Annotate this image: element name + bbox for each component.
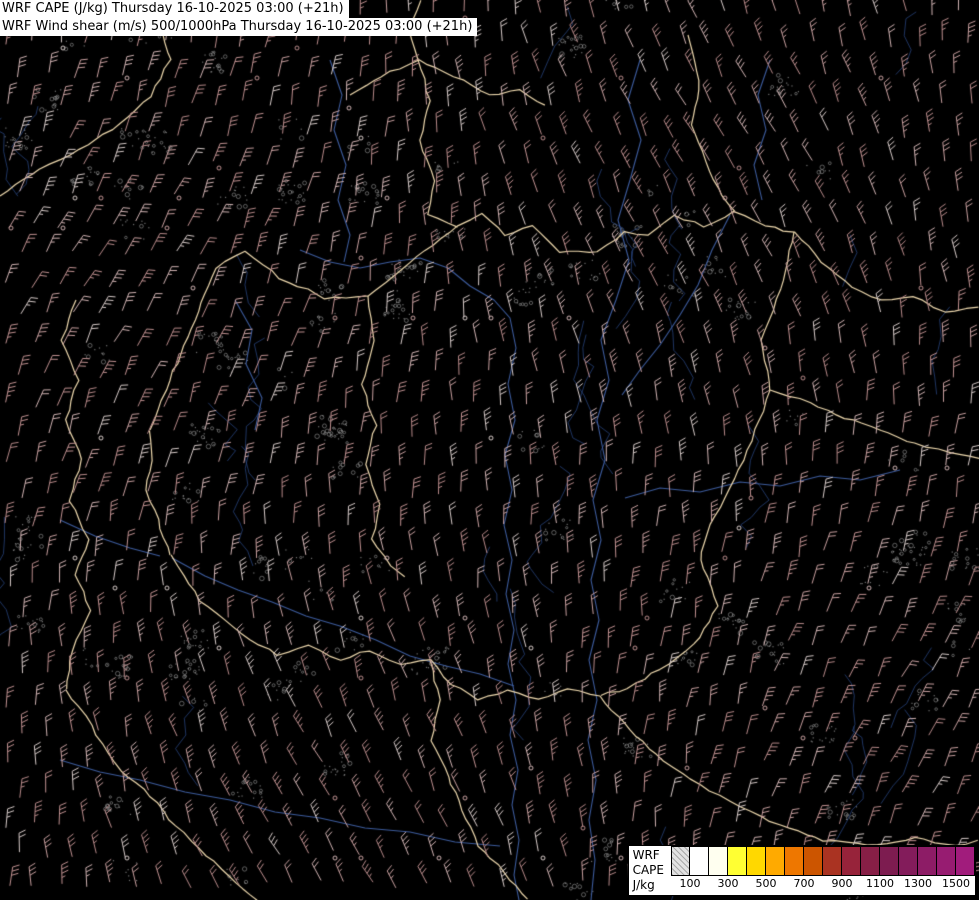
legend-tick-label: 1300 xyxy=(904,877,932,890)
map-canvas xyxy=(0,0,979,900)
map-header: WRF CAPE (J/kg) Thursday 16-10-2025 03:0… xyxy=(0,0,478,36)
legend-swatch xyxy=(861,846,880,876)
legend-swatch xyxy=(747,846,766,876)
cape-legend: WRF CAPE J/kg 100 300 500 700 900 1100 1300 150… xyxy=(627,845,976,896)
legend-swatch xyxy=(804,846,823,876)
legend-swatch xyxy=(671,846,690,876)
legend-label-unit: J/kg xyxy=(632,878,655,892)
legend-swatch xyxy=(823,846,842,876)
legend-label-block: WRF CAPE J/kg xyxy=(629,846,671,895)
legend-swatch xyxy=(918,846,937,876)
legend-swatch xyxy=(899,846,918,876)
legend-tick-row: 100 300 500 700 900 1100 1300 1500 xyxy=(671,876,975,892)
legend-swatch xyxy=(709,846,728,876)
legend-label-cape: CAPE xyxy=(632,863,664,877)
legend-tick-label: 100 xyxy=(679,877,701,890)
legend-swatch xyxy=(728,846,747,876)
legend-label-wrf: WRF xyxy=(632,848,660,862)
legend-tick-label: 500 xyxy=(755,877,777,890)
legend-tick-label: 1500 xyxy=(942,877,970,890)
legend-swatch xyxy=(880,846,899,876)
legend-swatch-row xyxy=(671,846,975,876)
legend-swatch xyxy=(842,846,861,876)
title-cape: WRF CAPE (J/kg) Thursday 16-10-2025 03:0… xyxy=(0,0,349,18)
legend-scale: 100 300 500 700 900 1100 1300 1500 xyxy=(671,846,975,895)
wrf-weather-map: WRF CAPE (J/kg) Thursday 16-10-2025 03:0… xyxy=(0,0,979,900)
legend-swatch xyxy=(785,846,804,876)
legend-tick-label: 900 xyxy=(831,877,853,890)
title-wind-shear: WRF Wind shear (m/s) 500/1000hPa Thursda… xyxy=(0,18,478,36)
legend-tick-label: 1100 xyxy=(866,877,894,890)
legend-swatch xyxy=(690,846,709,876)
legend-swatch xyxy=(766,846,785,876)
legend-tick-label: 300 xyxy=(717,877,739,890)
legend-swatch xyxy=(937,846,956,876)
legend-swatch xyxy=(956,846,975,876)
legend-tick-label: 700 xyxy=(793,877,815,890)
